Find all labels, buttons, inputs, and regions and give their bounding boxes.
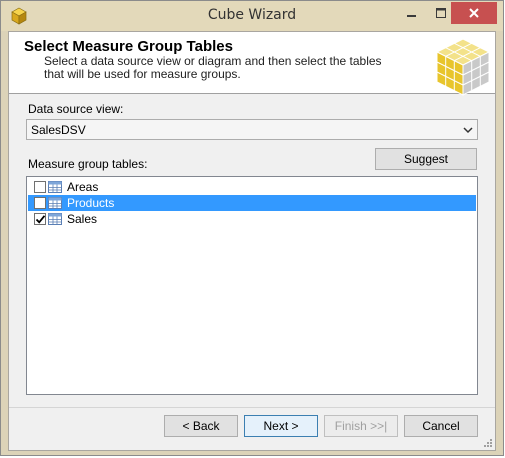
list-item-areas[interactable]: Areas — [28, 179, 476, 195]
footer-divider — [9, 407, 495, 408]
wizard-header: Select Measure Group Tables Select a dat… — [9, 32, 495, 96]
list-item-sales[interactable]: Sales — [28, 211, 476, 227]
next-button-label: Next > — [263, 419, 299, 433]
minimize-button[interactable] — [397, 2, 426, 24]
list-item-label: Products — [67, 196, 115, 210]
suggest-button-label: Suggest — [403, 152, 449, 166]
data-source-select[interactable]: SalesDSV — [26, 119, 478, 140]
data-source-label: Data source view: — [28, 102, 124, 116]
title-bar[interactable]: Cube Wizard — [1, 1, 503, 31]
maximize-icon — [435, 8, 446, 18]
list-item-label: Areas — [67, 180, 99, 194]
cancel-button[interactable]: Cancel — [404, 415, 478, 437]
table-icon — [48, 197, 62, 209]
page-title: Select Measure Group Tables — [24, 38, 233, 55]
products-checkbox[interactable] — [34, 197, 46, 209]
back-button[interactable]: < Back — [164, 415, 238, 437]
table-icon — [48, 213, 62, 225]
close-icon — [469, 8, 479, 18]
finish-button-label: Finish >>| — [334, 419, 388, 433]
page-description: Select a data source view or diagram and… — [44, 54, 382, 81]
cube-wizard-window: Cube Wizard Select Measure Group Tables … — [0, 0, 504, 456]
list-item-products[interactable]: Products — [28, 195, 476, 211]
resize-grip-icon[interactable] — [483, 438, 493, 448]
back-button-label: < Back — [182, 419, 220, 433]
close-button[interactable] — [451, 2, 497, 24]
measure-tables-list[interactable]: Areas Products Sales — [26, 176, 478, 395]
data-source-value: SalesDSV — [31, 122, 86, 137]
next-button[interactable]: Next > — [244, 415, 318, 437]
wizard-body: Select Measure Group Tables Select a dat… — [8, 31, 496, 451]
suggest-button[interactable]: Suggest — [375, 148, 477, 170]
minimize-icon — [406, 15, 416, 17]
sales-checkbox[interactable] — [34, 213, 46, 225]
finish-button[interactable]: Finish >>| — [324, 415, 398, 437]
areas-checkbox[interactable] — [34, 181, 46, 193]
list-item-label: Sales — [67, 212, 98, 226]
checkmark-icon — [35, 215, 46, 224]
table-icon — [48, 181, 62, 193]
chevron-down-icon — [463, 127, 473, 134]
measure-tables-label: Measure group tables: — [28, 157, 148, 171]
cancel-button-label: Cancel — [422, 419, 460, 433]
cube-grid-icon — [435, 38, 491, 96]
